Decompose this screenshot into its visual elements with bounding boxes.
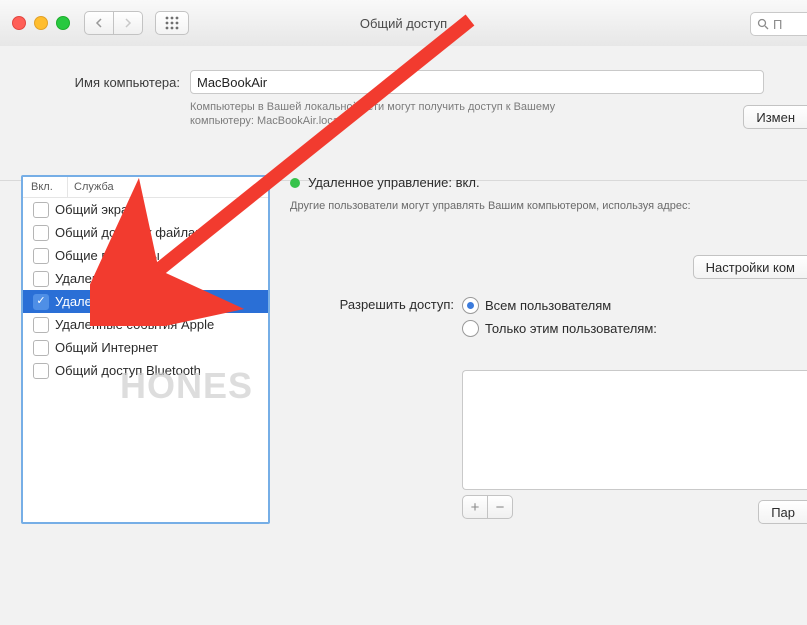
forward-button[interactable] [114, 11, 143, 35]
col-on: Вкл. [23, 177, 68, 197]
titlebar: Общий доступ П [0, 0, 807, 47]
service-checkbox[interactable] [33, 363, 49, 379]
service-label: Общий доступ Bluetooth [55, 363, 201, 378]
service-row[interactable]: Общий доступ к файлам [23, 221, 268, 244]
search-placeholder: П [773, 17, 782, 32]
service-checkbox[interactable] [33, 248, 49, 264]
service-checkbox[interactable] [33, 294, 49, 310]
zoom-icon[interactable] [56, 16, 70, 30]
service-label: Общие принтеры [55, 248, 160, 263]
service-checkbox[interactable] [33, 271, 49, 287]
back-button[interactable] [84, 11, 114, 35]
user-add-remove: + − [462, 495, 513, 519]
service-row[interactable]: Общий доступ Bluetooth [23, 359, 268, 382]
service-row[interactable]: Удаленное управление [23, 290, 268, 313]
service-checkbox[interactable] [33, 340, 49, 356]
status-line: Удаленное управление: вкл. [290, 175, 807, 190]
col-service: Служба [68, 181, 114, 193]
service-label: Общий Интернет [55, 340, 158, 355]
allow-access-label: Разрешить доступ: [290, 297, 462, 312]
service-row[interactable]: Общий экран [23, 198, 268, 221]
status-subtitle: Другие пользователи могут управлять Ваши… [290, 200, 807, 212]
radio-only-users[interactable]: Только этим пользователям: [462, 320, 657, 337]
service-checkbox[interactable] [33, 317, 49, 333]
status-title: Удаленное управление: вкл. [308, 175, 480, 190]
service-row[interactable]: Общий Интернет [23, 336, 268, 359]
service-label: Общий доступ к файлам [55, 225, 204, 240]
search-input[interactable]: П [750, 12, 807, 36]
allowed-users-list[interactable] [462, 370, 807, 490]
service-checkbox[interactable] [33, 202, 49, 218]
service-label: Удаленные события Apple [55, 317, 214, 332]
services-header: Вкл. Служба [23, 177, 268, 198]
search-icon [757, 18, 769, 30]
computer-name-hint: Компьютеры в Вашей локальной сети могут … [190, 100, 620, 128]
service-row[interactable]: Общие принтеры [23, 244, 268, 267]
service-label: Удаленный вход [55, 271, 154, 286]
radio-icon [462, 320, 479, 337]
service-label: Удаленное управление [55, 294, 195, 309]
edit-button[interactable]: Измен [743, 105, 807, 129]
show-all-button[interactable] [155, 11, 189, 35]
window-controls [12, 16, 70, 30]
remove-user-button[interactable]: − [488, 495, 513, 519]
service-row[interactable]: Удаленный вход [23, 267, 268, 290]
radio-all-users[interactable]: Всем пользователям [462, 297, 657, 314]
close-icon[interactable] [12, 16, 26, 30]
radio-icon [462, 297, 479, 314]
service-label: Общий экран [55, 202, 135, 217]
minimize-icon[interactable] [34, 16, 48, 30]
add-user-button[interactable]: + [462, 495, 488, 519]
allow-access-section: Разрешить доступ: Всем пользователям Тол… [290, 297, 807, 337]
computer-name-section: Имя компьютера: Компьютеры в Вашей локал… [0, 46, 807, 181]
computer-name-label: Имя компьютера: [0, 75, 190, 90]
services-panel: Вкл. Служба Общий экран Общий доступ к фа… [21, 175, 270, 524]
computer-settings-button[interactable]: Настройки ком [693, 255, 807, 279]
options-button[interactable]: Пар [758, 500, 807, 524]
status-dot-icon [290, 178, 300, 188]
nav-back-forward [84, 11, 143, 35]
computer-name-field[interactable] [190, 70, 764, 94]
service-row[interactable]: Удаленные события Apple [23, 313, 268, 336]
service-checkbox[interactable] [33, 225, 49, 241]
